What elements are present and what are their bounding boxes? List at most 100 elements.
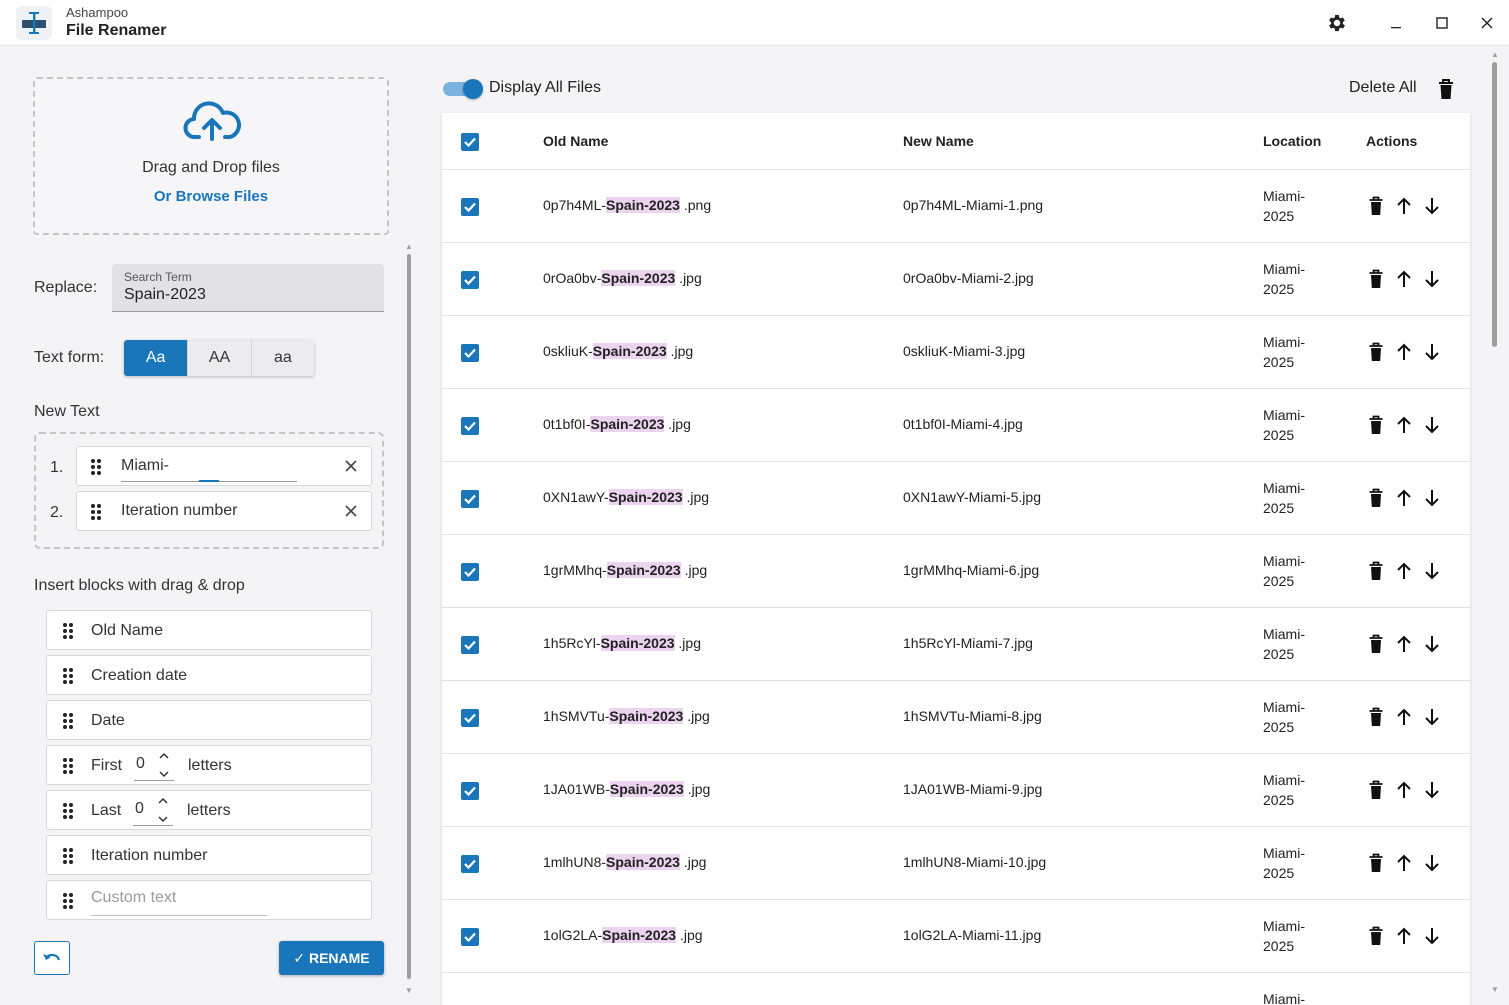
move-down-icon[interactable] <box>1424 488 1440 508</box>
move-up-icon[interactable] <box>1396 926 1412 946</box>
text-form-capitalized[interactable]: Aa <box>124 340 188 376</box>
block-old-name[interactable]: Old Name <box>46 610 372 650</box>
select-all-checkbox[interactable] <box>461 133 479 151</box>
table-row[interactable]: 1grMMhq-Spain-2023 .jpg 1grMMhq-Miami-6.j… <box>442 535 1470 608</box>
block-last-letters[interactable]: Last 0 letters <box>46 790 372 830</box>
table-row[interactable]: 0t1bf0I-Spain-2023 .jpg 0t1bf0I-Miami-4.j… <box>442 389 1470 462</box>
undo-button[interactable] <box>34 941 70 975</box>
delete-row-icon[interactable] <box>1368 196 1384 216</box>
left-panel-scrollbar[interactable]: ▲ ▼ <box>405 242 413 997</box>
move-up-icon[interactable] <box>1396 269 1412 289</box>
block-custom-text[interactable]: Custom text <box>46 880 372 920</box>
delete-row-icon[interactable] <box>1368 926 1384 946</box>
file-list-scrollbar[interactable]: ▲ ▼ <box>1491 50 1499 995</box>
browse-files-link[interactable]: Or Browse Files <box>35 188 387 205</box>
move-up-icon[interactable] <box>1396 707 1412 727</box>
display-all-files-toggle[interactable] <box>443 79 483 99</box>
delete-row-icon[interactable] <box>1368 561 1384 581</box>
table-row[interactable]: 0rOa0bv-Spain-2023 .jpg 0rOa0bv-Miami-2.j… <box>442 243 1470 316</box>
delete-row-icon[interactable] <box>1368 269 1384 289</box>
row-checkbox[interactable] <box>461 709 479 727</box>
row-checkbox[interactable] <box>461 855 479 873</box>
text-form-lowercase[interactable]: aa <box>250 340 314 376</box>
clear-icon[interactable] <box>343 458 359 474</box>
move-up-icon[interactable] <box>1396 196 1412 216</box>
new-text-item[interactable]: Miami- <box>76 446 372 486</box>
block-first-letters[interactable]: First 0 letters <box>46 745 372 785</box>
file-dropzone[interactable]: Drag and Drop files Or Browse Files <box>33 77 389 235</box>
block-creation-date[interactable]: Creation date <box>46 655 372 695</box>
move-down-icon[interactable] <box>1424 780 1440 800</box>
delete-row-icon[interactable] <box>1368 415 1384 435</box>
drag-handle-icon[interactable] <box>62 847 74 865</box>
delete-row-icon[interactable] <box>1368 488 1384 508</box>
move-down-icon[interactable] <box>1424 342 1440 362</box>
trash-icon[interactable] <box>1437 78 1455 100</box>
drag-handle-icon[interactable] <box>62 712 74 730</box>
new-text-dropzone[interactable]: 1. Miami- 2. Iteration number <box>34 432 384 549</box>
delete-row-icon[interactable] <box>1368 707 1384 727</box>
move-up-icon[interactable] <box>1396 415 1412 435</box>
drag-handle-icon[interactable] <box>90 503 102 521</box>
table-row[interactable]: Miami- <box>442 973 1470 1005</box>
move-down-icon[interactable] <box>1424 926 1440 946</box>
column-location[interactable]: Location <box>1263 133 1321 149</box>
move-down-icon[interactable] <box>1424 853 1440 873</box>
move-down-icon[interactable] <box>1424 634 1440 654</box>
table-row[interactable]: 0XN1awY-Spain-2023 .jpg 0XN1awY-Miami-5.j… <box>442 462 1470 535</box>
move-up-icon[interactable] <box>1396 853 1412 873</box>
delete-row-icon[interactable] <box>1368 634 1384 654</box>
row-checkbox[interactable] <box>461 490 479 508</box>
row-checkbox[interactable] <box>461 563 479 581</box>
maximize-button[interactable] <box>1426 8 1458 38</box>
column-new-name[interactable]: New Name <box>903 133 974 149</box>
move-down-icon[interactable] <box>1424 269 1440 289</box>
row-checkbox[interactable] <box>461 344 479 362</box>
drag-handle-icon[interactable] <box>90 458 102 476</box>
rename-button[interactable]: ✓ RENAME <box>279 941 384 975</box>
row-checkbox[interactable] <box>461 636 479 654</box>
delete-row-icon[interactable] <box>1368 853 1384 873</box>
drag-handle-icon[interactable] <box>62 757 74 775</box>
delete-row-icon[interactable] <box>1368 342 1384 362</box>
stepper-icon[interactable] <box>157 750 171 780</box>
text-form-uppercase[interactable]: AA <box>187 340 251 376</box>
settings-button[interactable] <box>1321 8 1353 38</box>
drag-handle-icon[interactable] <box>62 667 74 685</box>
move-up-icon[interactable] <box>1396 561 1412 581</box>
drag-handle-icon[interactable] <box>62 802 74 820</box>
table-row[interactable]: 1h5RcYl-Spain-2023 .jpg 1h5RcYl-Miami-7.j… <box>442 608 1470 681</box>
drag-handle-icon[interactable] <box>62 622 74 640</box>
row-checkbox[interactable] <box>461 198 479 216</box>
close-button[interactable] <box>1471 8 1503 38</box>
delete-all-button[interactable]: Delete All <box>1349 79 1417 97</box>
move-down-icon[interactable] <box>1424 415 1440 435</box>
move-down-icon[interactable] <box>1424 707 1440 727</box>
minimize-button[interactable] <box>1380 8 1412 38</box>
move-up-icon[interactable] <box>1396 488 1412 508</box>
row-checkbox[interactable] <box>461 928 479 946</box>
stepper-icon[interactable] <box>156 795 170 825</box>
drag-handle-icon[interactable] <box>62 892 74 910</box>
table-row[interactable]: 0skliuK-Spain-2023 .jpg 0skliuK-Miami-3.j… <box>442 316 1470 389</box>
search-term-field[interactable]: Search Term <box>112 264 384 312</box>
row-checkbox[interactable] <box>461 271 479 289</box>
table-row[interactable]: 0p7h4ML-Spain-2023 .png 0p7h4ML-Miami-1.p… <box>442 170 1470 243</box>
row-checkbox[interactable] <box>461 417 479 435</box>
table-row[interactable]: 1JA01WB-Spain-2023 .jpg 1JA01WB-Miami-9.j… <box>442 754 1470 827</box>
table-row[interactable]: 1olG2LA-Spain-2023 .jpg 1olG2LA-Miami-11.… <box>442 900 1470 973</box>
block-iteration-number[interactable]: Iteration number <box>46 835 372 875</box>
custom-text-input[interactable]: Custom text <box>91 889 176 907</box>
clear-icon[interactable] <box>343 503 359 519</box>
row-checkbox[interactable] <box>461 782 479 800</box>
new-text-item[interactable]: Iteration number <box>76 491 372 531</box>
column-old-name[interactable]: Old Name <box>543 133 608 149</box>
new-text-value[interactable]: Miami- <box>121 457 169 475</box>
move-down-icon[interactable] <box>1424 561 1440 581</box>
move-down-icon[interactable] <box>1424 196 1440 216</box>
table-row[interactable]: 1hSMVTu-Spain-2023 .jpg 1hSMVTu-Miami-8.j… <box>442 681 1470 754</box>
block-date[interactable]: Date <box>46 700 372 740</box>
move-up-icon[interactable] <box>1396 780 1412 800</box>
search-term-input[interactable] <box>124 286 374 304</box>
move-up-icon[interactable] <box>1396 634 1412 654</box>
